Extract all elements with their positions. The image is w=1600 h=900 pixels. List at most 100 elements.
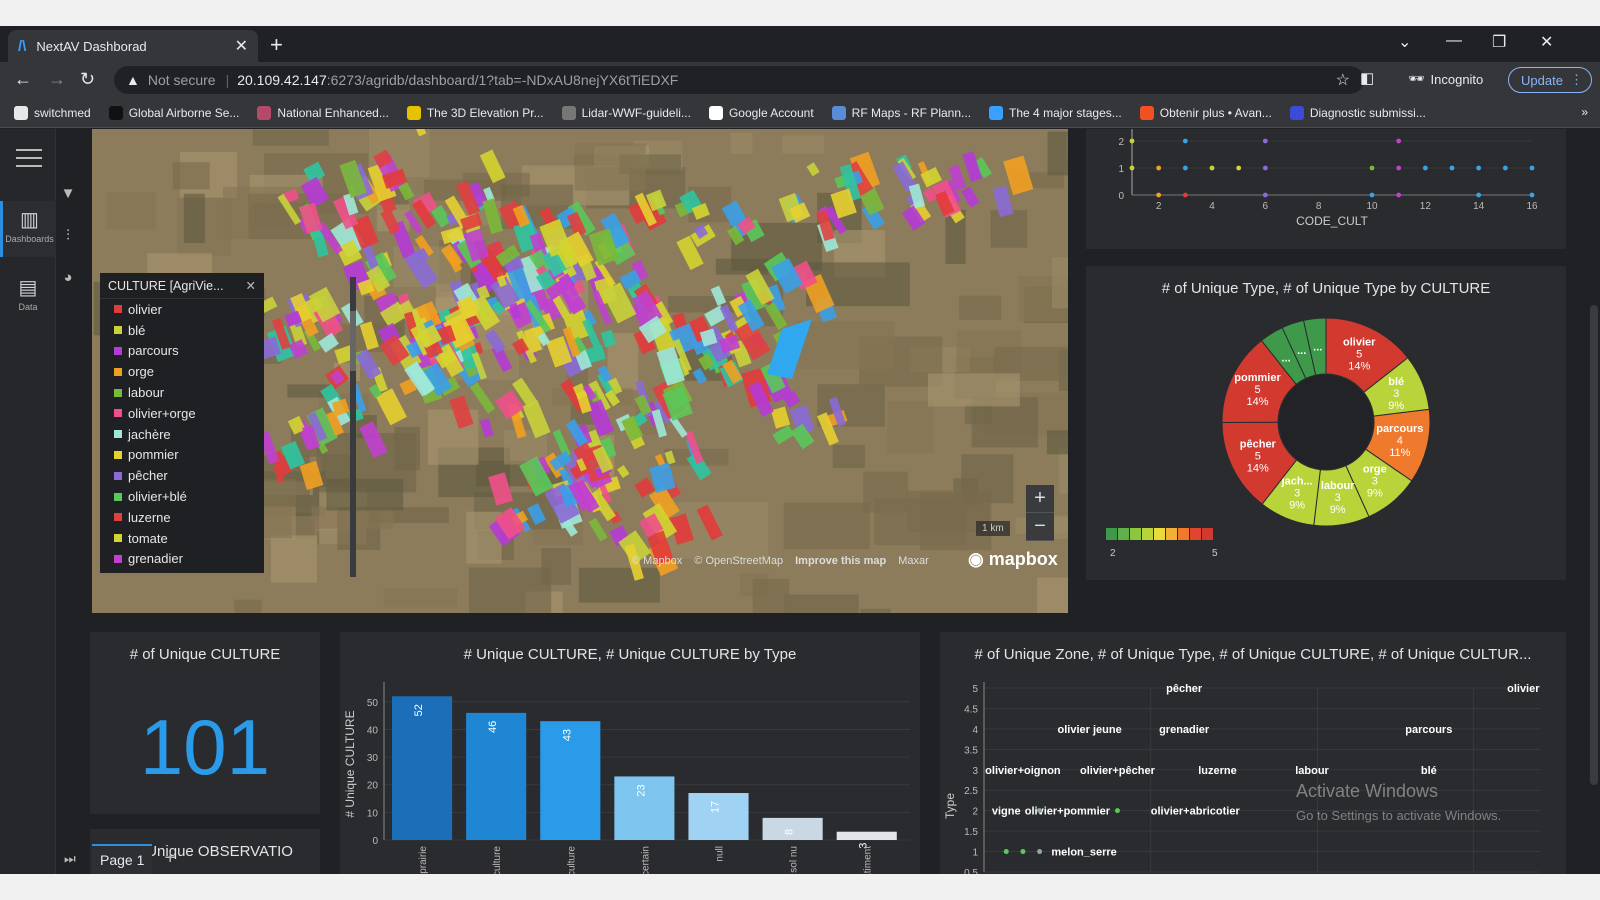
address-bar[interactable]: ▲ Not secure | 20.109.42.147 :6273/agrid… bbox=[114, 66, 1364, 94]
terrain-patch bbox=[1047, 131, 1068, 176]
scatter-label: grenadier bbox=[1159, 724, 1210, 736]
x-tick-label: 12 bbox=[1420, 201, 1432, 212]
forward-icon[interactable]: → bbox=[48, 69, 66, 90]
terrain-patch bbox=[578, 567, 660, 603]
legend-scrollbar[interactable] bbox=[350, 277, 356, 577]
scatter-point bbox=[1037, 808, 1043, 814]
add-page-icon[interactable]: + bbox=[164, 847, 176, 870]
legend-item[interactable]: olivier+orge bbox=[100, 403, 264, 424]
reload-icon[interactable]: ↻ bbox=[80, 69, 95, 90]
legend-item[interactable]: labour bbox=[100, 382, 264, 403]
nav-dashboards[interactable]: ▥ Dashboards bbox=[0, 201, 56, 257]
bookmark-favicon-icon bbox=[14, 105, 28, 120]
legend-close-icon[interactable]: ✕ bbox=[246, 278, 256, 293]
bookmark-item[interactable]: switchmed bbox=[14, 105, 91, 120]
color-scale-step bbox=[1118, 528, 1129, 540]
bookmark-item[interactable]: National Enhanced... bbox=[257, 105, 389, 120]
terrain-patch bbox=[1046, 430, 1068, 455]
skip-end-icon[interactable]: ⏭ bbox=[64, 851, 76, 867]
scatter-point bbox=[1182, 138, 1188, 144]
scatter-point bbox=[1529, 192, 1535, 198]
bookmark-item[interactable]: Lidar-WWF-guideli... bbox=[561, 105, 691, 120]
terrain-patch bbox=[383, 588, 458, 608]
bookmark-star-icon[interactable]: ☆ bbox=[1336, 70, 1350, 90]
bookmarks-overflow-icon[interactable]: » bbox=[1581, 105, 1588, 119]
scatter-label: olivier+pêcher bbox=[1080, 765, 1156, 777]
donut-title: # of Unique Type, # of Unique Type by CU… bbox=[1161, 279, 1491, 297]
legend-item[interactable]: jachère bbox=[100, 424, 264, 445]
update-button[interactable]: Update ⋮ bbox=[1508, 67, 1592, 93]
map-panel[interactable]: CULTURE [AgriVie... ✕ olivier blé parcours… bbox=[92, 129, 1068, 613]
new-tab-icon[interactable]: + bbox=[270, 32, 283, 58]
tab-close-icon[interactable]: ✕ bbox=[235, 36, 248, 56]
window-close-icon[interactable]: ✕ bbox=[1540, 32, 1553, 52]
attribution-osm[interactable]: © OpenStreetMap bbox=[694, 555, 783, 567]
scatter-point bbox=[1236, 165, 1242, 171]
x-tick-label: 4 bbox=[1209, 201, 1215, 212]
y-tick-label: 40 bbox=[367, 725, 379, 736]
browser-tab-active[interactable]: /\ NextAV Dashborad ✕ bbox=[8, 30, 258, 62]
y-tick-label: 10 bbox=[367, 808, 379, 819]
nav-data[interactable]: ▤ Data bbox=[0, 275, 56, 325]
bookmark-item[interactable]: Obtenir plus • Avan... bbox=[1139, 105, 1272, 120]
bookmark-item[interactable]: The 4 major stages... bbox=[989, 105, 1122, 120]
legend-swatch bbox=[114, 326, 122, 335]
terrain-patch bbox=[860, 608, 891, 613]
legend-item[interactable]: grenadier bbox=[100, 549, 264, 570]
attribution-improve[interactable]: Improve this map bbox=[795, 555, 886, 567]
page-tab-1[interactable]: Page 1 bbox=[92, 843, 153, 874]
legend-item[interactable]: blé bbox=[100, 320, 264, 341]
bookmark-item[interactable]: RF Maps - RF Plann... bbox=[831, 105, 971, 120]
donut-label: 14% bbox=[1247, 463, 1269, 475]
page-scrollbar[interactable] bbox=[1590, 305, 1598, 785]
scatter-point bbox=[1037, 849, 1043, 855]
legend-item[interactable]: luzerne bbox=[100, 507, 264, 528]
map-scale: 1 km bbox=[976, 521, 1010, 536]
bookmark-item[interactable]: Diagnostic submissi... bbox=[1289, 105, 1426, 120]
legend-swatch bbox=[114, 409, 122, 418]
minimize-icon[interactable]: — bbox=[1446, 32, 1462, 50]
side-panel-icon[interactable]: ◧ bbox=[1360, 69, 1374, 87]
legend-item[interactable]: tomate bbox=[100, 528, 264, 549]
palette-icon[interactable]: ◕ bbox=[56, 269, 80, 311]
tab-search-chevron-icon[interactable]: ⌄ bbox=[1398, 32, 1411, 52]
legend-item[interactable]: orge bbox=[100, 361, 264, 382]
y-tick-label: 3.5 bbox=[964, 745, 978, 756]
legend-item[interactable]: pommier bbox=[100, 445, 264, 466]
zoom-out-icon[interactable]: − bbox=[1026, 513, 1054, 541]
terrain-patch bbox=[394, 426, 421, 471]
bookmark-item[interactable]: The 3D Elevation Pr... bbox=[406, 105, 544, 120]
terrain-patch bbox=[326, 478, 404, 511]
page-tabbar: ⏭ Page 1 + bbox=[56, 843, 336, 874]
legend-label: orge bbox=[128, 364, 155, 380]
legend-item[interactable]: olivier+blé bbox=[100, 486, 264, 507]
terrain-patch bbox=[752, 578, 790, 613]
bookmark-item[interactable]: Google Account bbox=[708, 105, 814, 120]
attribution-maxar[interactable]: Maxar bbox=[898, 555, 929, 567]
color-scale-step bbox=[1154, 528, 1165, 540]
bookmark-item[interactable]: Global Airborne Se... bbox=[108, 105, 239, 120]
legend-item[interactable]: olivier bbox=[100, 299, 264, 320]
bookmark-favicon-icon bbox=[108, 105, 123, 120]
sliders-icon[interactable]: ⫶ bbox=[56, 227, 80, 269]
restore-icon[interactable]: ❐ bbox=[1492, 32, 1506, 52]
scatter-point bbox=[1262, 165, 1268, 171]
legend-list: olivier blé parcours orge labour olivier+orge… bbox=[100, 299, 264, 569]
filter-icon[interactable]: ▼ bbox=[56, 185, 80, 227]
terrain-patch bbox=[783, 502, 870, 550]
zoom-in-icon[interactable]: + bbox=[1026, 485, 1054, 513]
back-icon[interactable]: ← bbox=[14, 69, 32, 90]
donut-label: ... bbox=[1282, 352, 1291, 364]
y-tick-label: 1 bbox=[1118, 164, 1124, 175]
x-tick-label: culture bbox=[492, 846, 503, 874]
attribution-mapbox[interactable]: © Mapbox bbox=[632, 555, 682, 567]
y-tick-label: 2 bbox=[1118, 137, 1124, 148]
legend-item[interactable]: parcours bbox=[100, 341, 264, 362]
donut-label: ... bbox=[1313, 341, 1322, 353]
hamburger-menu-icon[interactable] bbox=[16, 149, 42, 173]
terrain-patch bbox=[958, 295, 1002, 320]
incognito-indicator[interactable]: ◧ 🕶 Incognito bbox=[1360, 70, 1483, 87]
y-axis-label: # Unique CULTURE bbox=[343, 710, 357, 817]
x-tick-label: prairie bbox=[418, 846, 429, 874]
legend-item[interactable]: pêcher bbox=[100, 465, 264, 486]
